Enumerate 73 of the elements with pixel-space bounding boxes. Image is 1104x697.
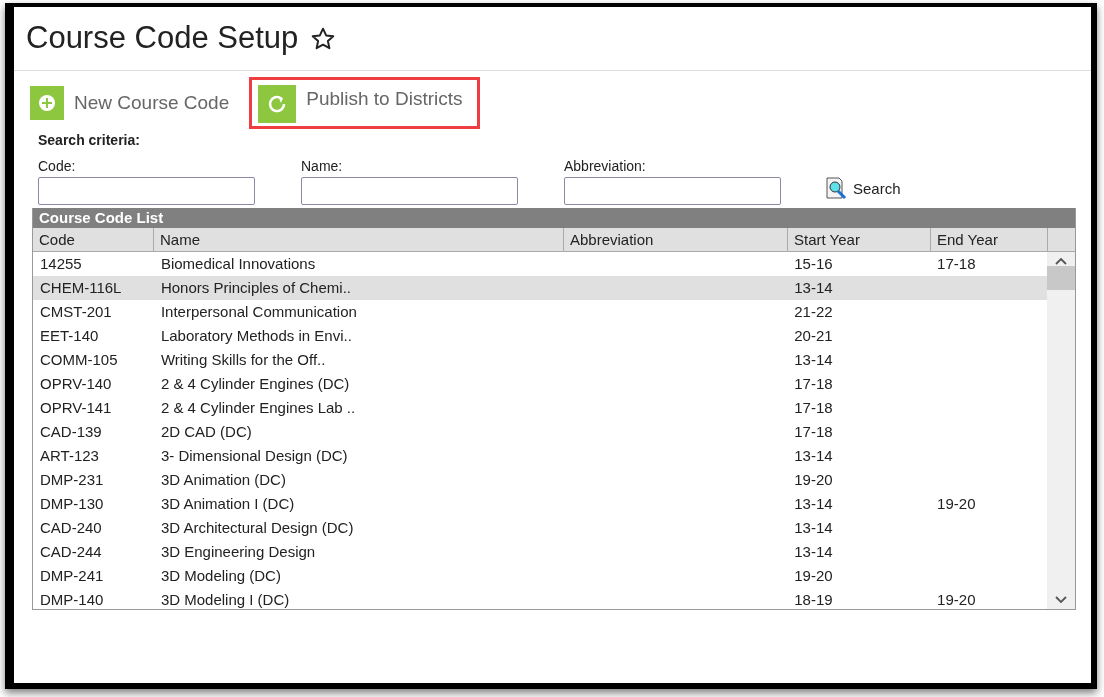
table-cell: OPRV-141 <box>40 399 112 416</box>
search-heading: Search criteria: <box>38 131 141 150</box>
page-title: Course Code Setup <box>26 19 299 58</box>
table-cell: 3D Modeling (DC) <box>160 567 281 584</box>
toolbar-button[interactable]: Publish to Districts <box>249 77 480 129</box>
table-cell: 21-22 <box>794 303 833 320</box>
column-header[interactable]: Code <box>33 228 154 251</box>
table-cell: CAD-240 <box>40 519 102 536</box>
table-cell: Biomedical Innovations <box>160 255 316 272</box>
search-field[interactable] <box>564 177 781 205</box>
column-header[interactable]: Start Year <box>788 228 931 251</box>
table-cell: DMP-231 <box>40 471 104 488</box>
table-cell: COMM-105 <box>40 351 118 368</box>
table-cell: Laboratory Methods in Envi.. <box>160 327 352 344</box>
table-cell: 17-18 <box>794 423 833 440</box>
search-field[interactable] <box>301 177 518 205</box>
table-cell: 14255 <box>40 255 82 272</box>
table-cell: 3- Dimensional Design (DC) <box>160 447 348 464</box>
table-cell: 13-14 <box>794 543 833 560</box>
column-header[interactable]: Abbreviation <box>564 228 788 251</box>
star-icon[interactable] <box>310 25 337 52</box>
table-cell: 3D Modeling I (DC) <box>160 591 290 608</box>
scrollbar-thumb[interactable] <box>1047 266 1075 290</box>
table-cell: Writing Skills for the Off.. <box>160 351 326 368</box>
table-cell: 19-20 <box>937 495 976 512</box>
table-cell: 19-20 <box>794 567 833 584</box>
search-field[interactable] <box>38 177 255 205</box>
table-cell: 17-18 <box>937 255 976 272</box>
table-cell: 18-19 <box>794 591 833 608</box>
refresh-icon <box>258 85 297 123</box>
table-cell: 13-14 <box>794 519 833 536</box>
table-cell: CMST-201 <box>40 303 112 320</box>
table-cell: ART-123 <box>40 447 99 464</box>
table-cell: 13-14 <box>794 447 833 464</box>
table-row[interactable]: CHEM-116L Honors Principles of Chemi.. 13-14 <box>33 276 1047 300</box>
table-cell: EET-140 <box>40 327 99 344</box>
table-cell: 13-14 <box>794 279 833 296</box>
table-cell: 13-14 <box>794 351 833 368</box>
table-cell: 2 & 4 Cylinder Engines Lab .. <box>160 399 356 416</box>
table-cell: OPRV-140 <box>40 375 112 392</box>
table-cell: 2 & 4 Cylinder Engines (DC) <box>160 375 350 392</box>
column-header[interactable]: Name <box>154 228 564 251</box>
table-cell: DMP-130 <box>40 495 104 512</box>
table-cell: 17-18 <box>794 375 833 392</box>
table-cell: 3D Animation (DC) <box>160 471 286 488</box>
table-cell: 3D Architectural Design (DC) <box>160 519 354 536</box>
plus-icon <box>30 86 64 120</box>
table-cell: CHEM-116L <box>40 279 122 296</box>
scroll-up-icon[interactable] <box>1054 256 1068 266</box>
table-cell: 19-20 <box>794 471 833 488</box>
field-label: Abbreviation: <box>564 157 647 176</box>
table-title-bar: Course Code List <box>33 208 1075 228</box>
search-button[interactable]: Search <box>825 177 901 201</box>
table-cell: 13-14 <box>794 495 833 512</box>
scroll-down-icon[interactable] <box>1054 595 1068 605</box>
table-cell: 19-20 <box>937 591 976 608</box>
table-cell: Honors Principles of Chemi.. <box>160 279 351 296</box>
scrollbar[interactable] <box>1047 252 1075 609</box>
table-cell: CAD-244 <box>40 543 102 560</box>
table-cell: DMP-140 <box>40 591 104 608</box>
field-label: Name: <box>301 157 344 176</box>
table-cell: CAD-139 <box>40 423 102 440</box>
table-cell: Interpersonal Communication <box>160 303 357 320</box>
table-cell: 15-16 <box>794 255 833 272</box>
table-cell: 2D CAD (DC) <box>160 423 252 440</box>
table-cell: 17-18 <box>794 399 833 416</box>
column-header[interactable]: End Year <box>931 228 1048 251</box>
field-label: Code: <box>38 157 77 176</box>
table-cell: DMP-241 <box>40 567 104 584</box>
table-cell: 3D Engineering Design <box>160 543 316 560</box>
table-cell: 20-21 <box>794 327 833 344</box>
toolbar-button[interactable]: New Course Code <box>30 77 230 129</box>
table-cell: 3D Animation I (DC) <box>160 495 295 512</box>
